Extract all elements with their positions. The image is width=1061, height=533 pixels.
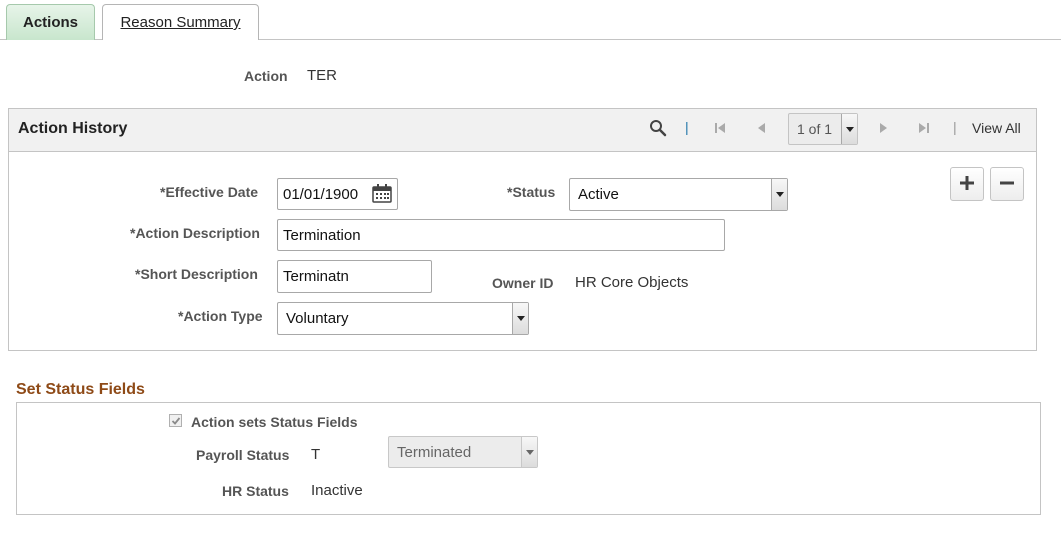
- tab-actions[interactable]: Actions: [6, 4, 95, 40]
- action-type-select[interactable]: Voluntary: [277, 302, 529, 335]
- minus-icon: [999, 171, 1015, 197]
- owner-id-value: HR Core Objects: [575, 274, 689, 291]
- hr-status-value: Inactive: [311, 482, 363, 499]
- first-page-icon[interactable]: [714, 121, 728, 137]
- action-sets-status-label: Action sets Status Fields: [191, 414, 358, 430]
- payroll-status-code: T: [311, 446, 321, 463]
- set-status-fields-title: Set Status Fields: [16, 381, 145, 398]
- pager-separator: |: [685, 119, 689, 135]
- page-select[interactable]: 1 of 1: [788, 113, 858, 145]
- status-label: *Status: [507, 184, 556, 200]
- effective-date-value: 01/01/1900: [283, 185, 359, 203]
- payroll-status-label: Payroll Status: [196, 447, 290, 463]
- hr-status-label: HR Status: [222, 483, 289, 499]
- status-select-value: Active: [578, 186, 619, 203]
- tab-reason-summary[interactable]: Reason Summary: [102, 4, 259, 40]
- action-label: Action: [244, 68, 288, 84]
- action-description-value: Termination: [283, 226, 361, 244]
- last-page-icon[interactable]: [916, 121, 930, 137]
- tab-reason-summary-label: Reason Summary: [120, 14, 241, 31]
- payroll-status-select[interactable]: Terminated: [388, 436, 538, 468]
- chevron-down-icon: [841, 114, 857, 144]
- action-type-value: Voluntary: [286, 310, 349, 327]
- effective-date-label: *Effective Date: [160, 184, 259, 200]
- payroll-status-value: Terminated: [397, 443, 472, 461]
- next-page-icon[interactable]: [879, 121, 889, 137]
- calendar-icon[interactable]: [372, 184, 392, 206]
- search-icon[interactable]: [649, 119, 667, 140]
- action-description-field[interactable]: Termination: [277, 219, 725, 251]
- plus-icon: [959, 171, 975, 197]
- short-description-field[interactable]: Terminatn: [277, 260, 432, 293]
- chevron-down-icon: [771, 179, 787, 210]
- pager-separator-2: |: [953, 119, 957, 135]
- view-all-link[interactable]: View All: [972, 120, 1021, 136]
- page-select-value: 1 of 1: [797, 121, 833, 137]
- add-row-button[interactable]: [950, 167, 984, 201]
- action-type-label: *Action Type: [178, 308, 263, 324]
- action-history-title: Action History: [18, 120, 128, 137]
- tab-actions-label: Actions: [22, 14, 78, 31]
- chevron-down-icon: [512, 303, 528, 334]
- owner-id-label: Owner ID: [492, 275, 554, 291]
- checkmark-icon: [171, 413, 181, 429]
- short-description-label: *Short Description: [135, 266, 258, 282]
- action-value: TER: [307, 67, 337, 84]
- action-sets-status-checkbox[interactable]: [169, 414, 182, 427]
- chevron-down-icon: [521, 437, 537, 467]
- previous-page-icon[interactable]: [756, 121, 766, 137]
- delete-row-button[interactable]: [990, 167, 1024, 201]
- action-description-label: *Action Description: [130, 225, 260, 241]
- short-description-value: Terminatn: [283, 268, 349, 285]
- status-select[interactable]: Active: [569, 178, 788, 211]
